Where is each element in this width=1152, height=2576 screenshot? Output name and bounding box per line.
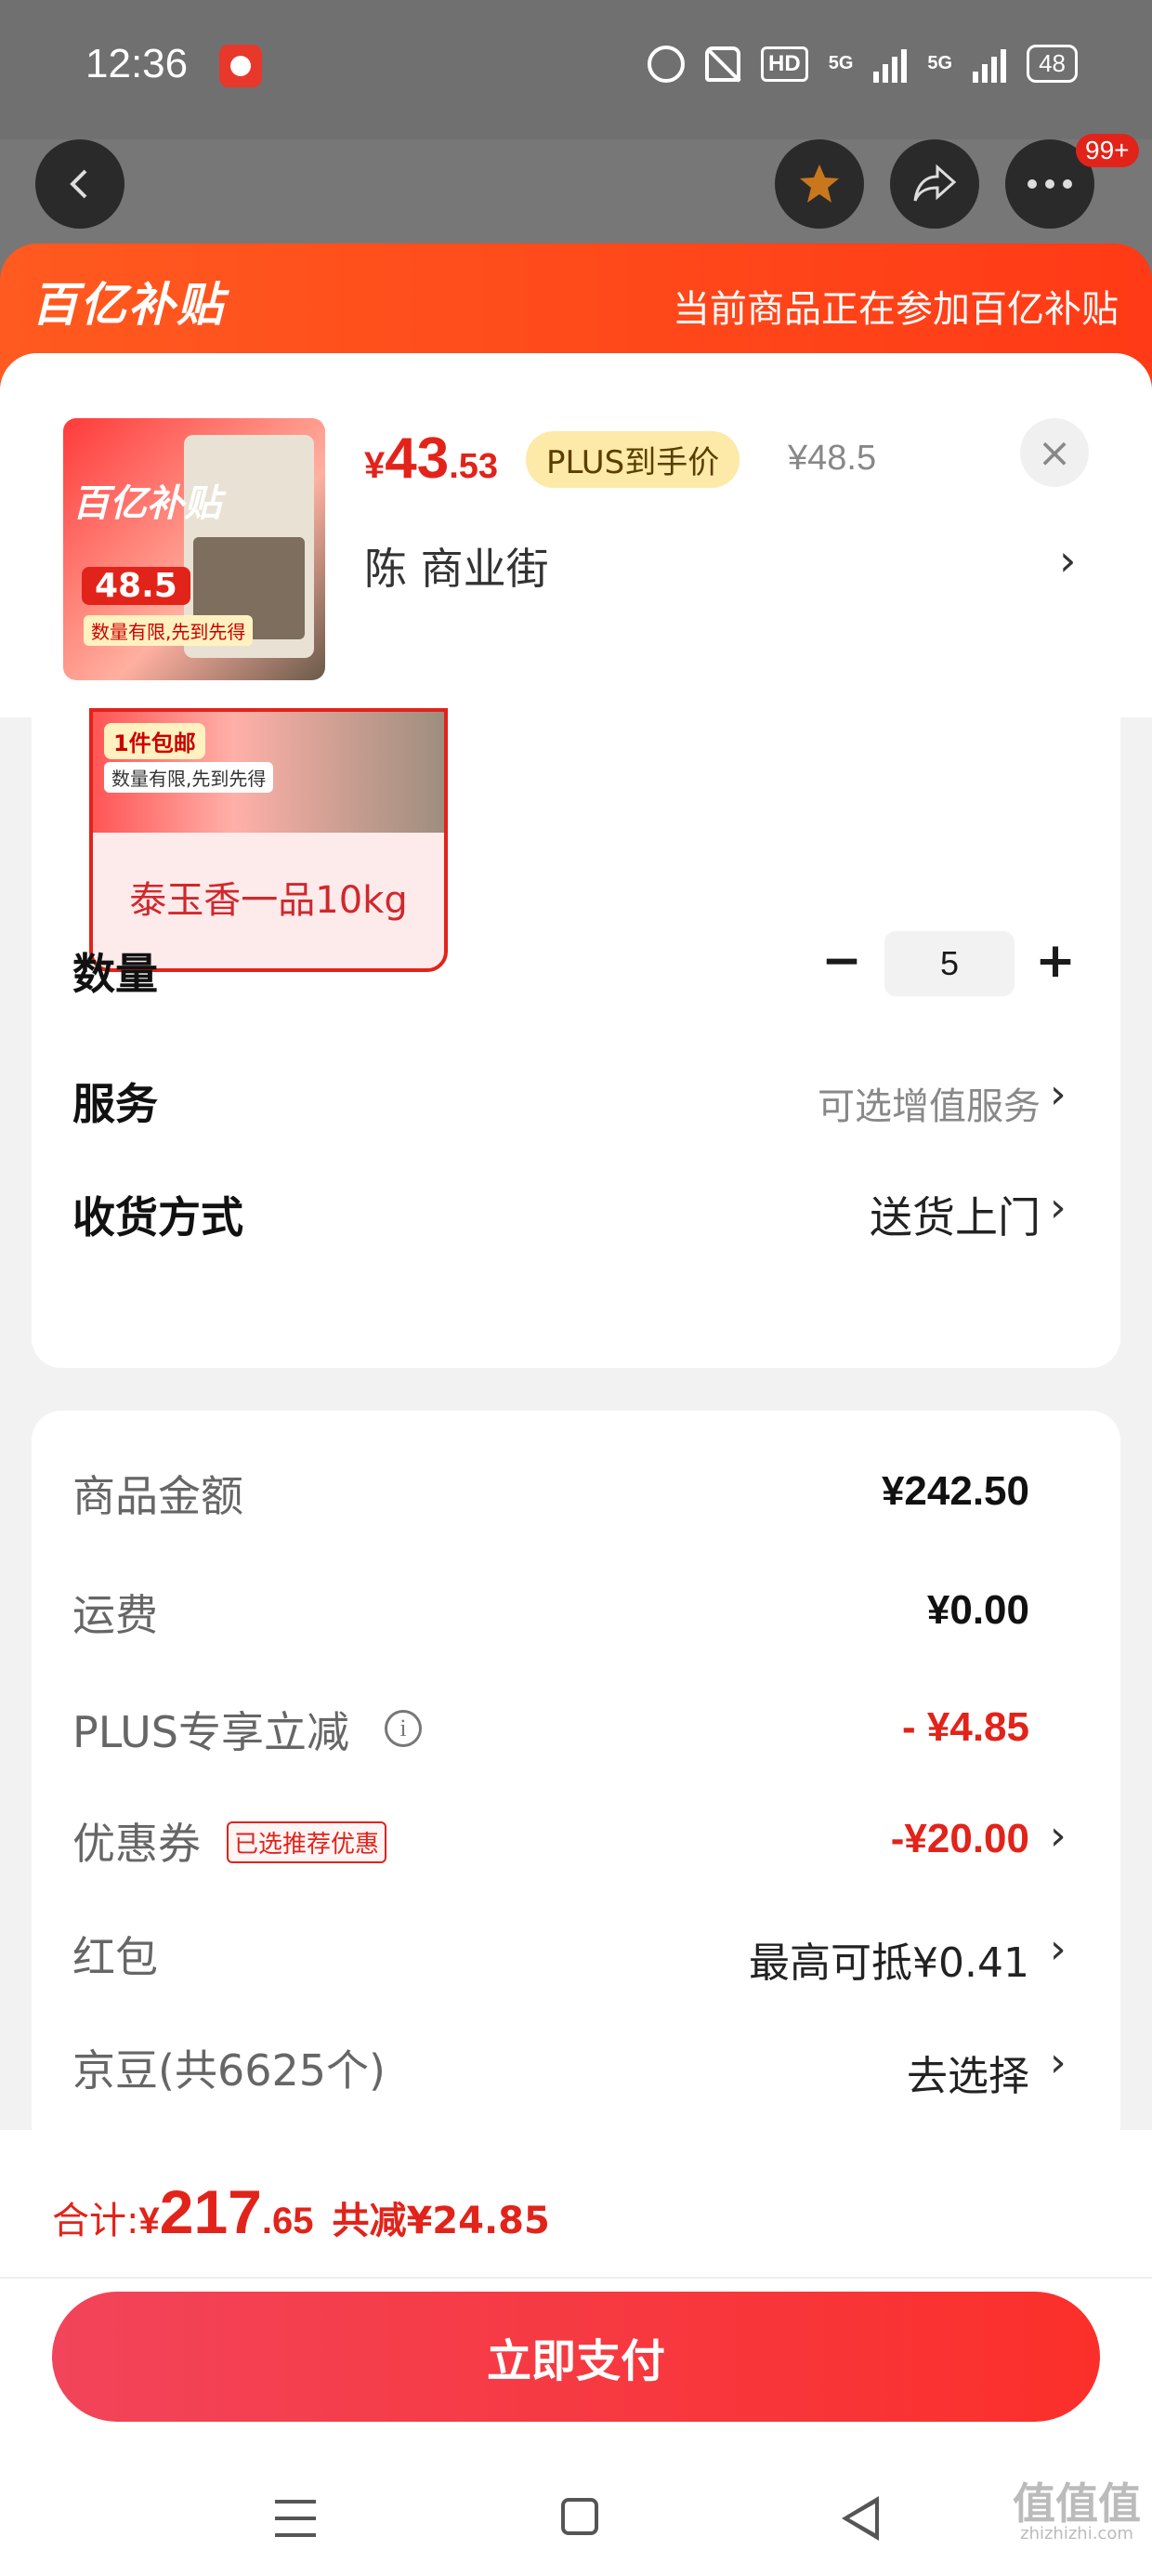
options-card: 1件包邮 数量有限,先到先得 泰玉香一品10kg 数量 − 5 + 服务 可选增… xyxy=(32,708,1120,1368)
service-row[interactable]: 服务 可选增值服务 › xyxy=(32,1061,1120,1136)
total-discount: 共减¥24.85 xyxy=(332,2200,550,2242)
shipping-value: ¥0.00 xyxy=(926,1587,1029,1633)
shipping-row: 运费 ¥0.00 xyxy=(32,1574,1120,1649)
pay-now-button[interactable]: 立即支付 xyxy=(52,2292,1100,2422)
chevron-left-icon xyxy=(70,169,87,199)
quantity-increase-button[interactable]: + xyxy=(1028,931,1083,996)
original-price: ¥48.5 xyxy=(788,439,877,478)
product-header: 百亿补贴 48.5 数量有限,先到先得 ¥ 43 .53 PLUS到手价 ¥48… xyxy=(0,353,1152,717)
back-triangle-icon[interactable] xyxy=(842,2496,879,2541)
goods-amount-value: ¥242.50 xyxy=(881,1468,1029,1514)
price-decimal: .53 xyxy=(449,447,499,486)
variant-badge: 1件包邮 xyxy=(104,723,205,759)
signal-5g-label-2: 5G xyxy=(927,53,953,73)
thumb-note: 数量有限,先到先得 xyxy=(84,615,254,646)
share-button[interactable] xyxy=(890,139,979,229)
quantity-label: 数量 xyxy=(72,949,158,999)
goods-amount-label: 商品金额 xyxy=(72,1471,243,1521)
alarm-icon xyxy=(648,45,686,83)
plus-discount-row: PLUS专享立减 i - ¥4.85 xyxy=(32,1691,1120,1766)
quantity-decrease-button[interactable]: − xyxy=(814,931,870,996)
signal-5g-label: 5G xyxy=(828,53,854,73)
jingdou-row[interactable]: 京豆(共6625个) 去选择 › xyxy=(32,2030,1120,2104)
system-nav-bar xyxy=(0,2492,1152,2576)
delivery-row[interactable]: 收货方式 送货上门 › xyxy=(32,1175,1120,1249)
menu-icon[interactable] xyxy=(275,2500,316,2537)
battery-icon: 48 xyxy=(1027,45,1078,83)
back-button[interactable] xyxy=(35,139,124,229)
status-time: 12:36 xyxy=(85,41,189,86)
watermark-url: zhizhizhi.com xyxy=(1020,2524,1133,2543)
watermark: 值值值 zhizhizhi.com xyxy=(1013,2482,1141,2544)
subsidy-logo: 百亿补贴 xyxy=(32,278,225,332)
jd-app-icon xyxy=(219,45,262,87)
chevron-right-icon: › xyxy=(1050,1925,1067,1973)
plus-price-tag: PLUS到手价 xyxy=(526,431,740,488)
thumb-subsidy-text: 百亿补贴 xyxy=(72,482,221,525)
thumb-price: 48.5 xyxy=(82,567,190,605)
goods-amount-row: 商品金额 ¥242.50 xyxy=(32,1455,1120,1530)
status-bar: 12:36 HD 5G 5G 48 xyxy=(0,0,1152,139)
watermark-text: 值值值 xyxy=(1013,2478,1141,2529)
delivery-address[interactable]: 陈 商业街 xyxy=(364,535,549,597)
redpacket-row[interactable]: 红包 最高可抵¥0.41 › xyxy=(32,1916,1120,1991)
price-currency: ¥ xyxy=(364,445,386,486)
service-label: 服务 xyxy=(72,1079,158,1129)
notification-badge: 99+ xyxy=(1076,134,1139,167)
signal-icon-2 xyxy=(973,46,1007,83)
home-icon[interactable] xyxy=(561,2498,598,2535)
chevron-right-icon: › xyxy=(1059,535,1077,585)
total-summary: 合计: ¥ 217 .65 共减¥24.85 xyxy=(52,2176,550,2247)
variant-label: 泰玉香一品10kg xyxy=(129,879,408,922)
variant-note: 数量有限,先到先得 xyxy=(104,762,274,793)
favorite-button[interactable] xyxy=(775,139,864,229)
price-detail-card: 商品金额 ¥242.50 运费 ¥0.00 PLUS专享立减 i - ¥4.85… xyxy=(32,1411,1120,2154)
chevron-right-icon: › xyxy=(1050,2039,1067,2086)
chevron-right-icon: › xyxy=(1050,1812,1067,1860)
chevron-right-icon: › xyxy=(1050,1184,1067,1231)
delivery-value: 送货上门 xyxy=(870,1192,1041,1242)
total-decimal: .65 xyxy=(261,2201,314,2241)
total-label: 合计: xyxy=(52,2200,139,2242)
total-currency: ¥ xyxy=(138,2201,160,2241)
mute-icon xyxy=(705,46,741,82)
plus-discount-label: PLUS专享立减 xyxy=(72,1707,349,1757)
quantity-input[interactable]: 5 xyxy=(884,931,1015,996)
status-icons: HD 5G 5G 48 xyxy=(648,45,1078,83)
service-value: 可选增值服务 xyxy=(818,1085,1041,1128)
redpacket-value: 最高可抵¥0.41 xyxy=(749,1939,1029,1987)
close-button[interactable]: × xyxy=(1020,418,1089,487)
plus-discount-value: - ¥4.85 xyxy=(902,1704,1029,1750)
redpacket-label: 红包 xyxy=(72,1932,158,1982)
star-icon xyxy=(800,164,839,203)
shipping-label: 运费 xyxy=(72,1590,158,1640)
more-dots-icon xyxy=(1028,179,1072,189)
divider xyxy=(0,2277,1152,2279)
variant-image: 1件包邮 数量有限,先到先得 xyxy=(93,712,444,833)
chevron-right-icon: › xyxy=(1050,1071,1067,1118)
jingdou-label: 京豆(共6625个) xyxy=(72,2045,386,2096)
coupon-tag: 已选推荐优惠 xyxy=(227,1821,387,1863)
coupon-value: -¥20.00 xyxy=(890,1816,1029,1861)
coupon-label: 优惠券 xyxy=(72,1819,201,1869)
quantity-row: 数量 − 5 + xyxy=(32,931,1120,1005)
checkout-footer: 合计: ¥ 217 .65 共减¥24.85 立即支付 值值值 zhizhizh… xyxy=(0,2130,1152,2576)
jingdou-value: 去选择 xyxy=(907,2053,1029,2100)
info-icon[interactable]: i xyxy=(385,1710,422,1747)
subsidy-message: 当前商品正在参加百亿补贴 xyxy=(673,288,1119,331)
close-icon: × xyxy=(1037,428,1072,477)
total-integer: 217 xyxy=(159,2177,262,2246)
hd-icon: HD xyxy=(761,46,808,82)
product-thumbnail: 百亿补贴 48.5 数量有限,先到先得 xyxy=(63,418,325,680)
coupon-row[interactable]: 优惠券 已选推荐优惠 -¥20.00 › xyxy=(32,1803,1120,1877)
price-integer: 43 xyxy=(385,427,450,491)
product-price: ¥ 43 .53 xyxy=(364,426,498,492)
signal-icon xyxy=(873,46,908,83)
delivery-label: 收货方式 xyxy=(72,1192,243,1242)
top-nav: 99+ xyxy=(0,134,1152,232)
share-icon xyxy=(913,164,957,202)
